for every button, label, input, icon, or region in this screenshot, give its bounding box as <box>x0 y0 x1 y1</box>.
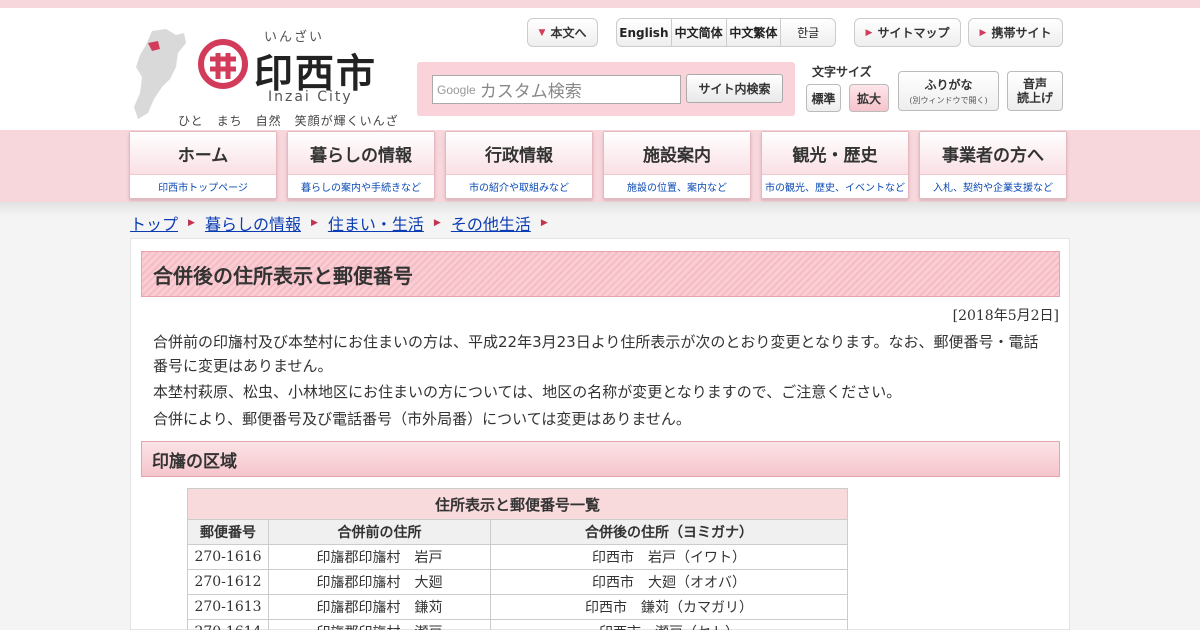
logo-romaji: Inzai City <box>268 89 353 105</box>
furigana-sub: (別ウィンドウで開く) <box>909 96 988 105</box>
site-search-button[interactable]: サイト内検索 <box>686 74 783 103</box>
nav-administration[interactable]: 行政情報 市の紹介や取組みなど <box>445 131 593 199</box>
breadcrumb-top[interactable]: トップ <box>130 211 178 235</box>
after-address-cell: 印西市 岩戸（イワト） <box>490 544 848 570</box>
table-row: 270-1614 印旛郡印旛村 瀬戸 印西市 瀬戸（セト） <box>187 619 848 630</box>
skip-to-content-button[interactable]: ▼ 本文へ <box>527 18 598 47</box>
breadcrumb: トップ ▶ 暮らしの情報 ▶ 住まい・生活 ▶ その他生活 ▶ <box>130 211 558 235</box>
nav-label: 事業者の方へ <box>920 132 1066 174</box>
search-placeholder: カスタム検索 <box>479 82 582 102</box>
lang-chinese-simplified[interactable]: 中文简体 <box>672 19 727 46</box>
before-address-cell: 印旛郡印旛村 岩戸 <box>268 544 491 570</box>
main-content: 合併後の住所表示と郵便番号 [2018年5月2日] 合併前の印旛村及び本埜村にお… <box>130 238 1070 630</box>
speech-button[interactable]: 音声 読上げ <box>1007 71 1063 111</box>
lang-chinese-traditional[interactable]: 中文繁体 <box>727 19 782 46</box>
after-address-cell: 印西市 鎌苅（カマガリ） <box>490 594 848 620</box>
before-address-cell: 印旛郡印旛村 鎌苅 <box>268 594 491 620</box>
language-selector: English 中文简体 中文繁体 한글 <box>616 18 836 47</box>
postal-code-cell: 270-1614 <box>187 619 269 630</box>
nav-sub: 入札、契約や企業支援など <box>920 174 1066 198</box>
breadcrumb-housing[interactable]: 住まい・生活 <box>328 211 424 235</box>
breadcrumb-separator-icon: ▶ <box>433 218 441 228</box>
city-emblem-icon <box>198 39 248 89</box>
nav-sub: 市の紹介や取組みなど <box>446 174 592 198</box>
nav-living[interactable]: 暮らしの情報 暮らしの案内や手続きなど <box>287 131 435 199</box>
furigana-label: ふりがな <box>924 78 973 92</box>
search-input[interactable]: Google カスタム検索 <box>432 75 681 104</box>
font-size-large-button[interactable]: 拡大 <box>849 84 889 112</box>
nav-label: 観光・歴史 <box>762 132 908 174</box>
table-caption: 住所表示と郵便番号一覧 <box>187 488 848 520</box>
address-table: 住所表示と郵便番号一覧 郵便番号 合併前の住所 合併後の住所（ヨミガナ） 270… <box>187 488 848 630</box>
speech-line1: 音声 <box>1022 77 1047 91</box>
before-address-cell: 印旛郡印旛村 大廻 <box>268 569 491 595</box>
column-header-postal: 郵便番号 <box>187 519 269 545</box>
column-header-before: 合併前の住所 <box>268 519 491 545</box>
table-row: 270-1616 印旛郡印旛村 岩戸 印西市 岩戸（イワト） <box>187 544 848 570</box>
search-area: Google カスタム検索 サイト内検索 <box>417 62 795 116</box>
speech-line2: 読上げ <box>1016 91 1053 105</box>
nav-label: 行政情報 <box>446 132 592 174</box>
global-nav: ホーム 印西市トップページ 暮らしの情報 暮らしの案内や手続きなど 行政情報 市… <box>0 130 1200 202</box>
column-header-after: 合併後の住所（ヨミガナ） <box>490 519 848 545</box>
nav-sub: 施設の位置、案内など <box>604 174 750 198</box>
breadcrumb-living[interactable]: 暮らしの情報 <box>205 211 301 235</box>
mobile-site-button[interactable]: ▶ 携帯サイト <box>968 18 1063 47</box>
nav-tourism[interactable]: 観光・歴史 市の観光、歴史、イベントなど <box>761 131 909 199</box>
right-triangle-icon: ▶ <box>979 27 987 38</box>
font-size-label: 文字サイズ <box>812 65 872 79</box>
nav-home[interactable]: ホーム 印西市トップページ <box>129 131 277 199</box>
after-address-cell: 印西市 瀬戸（セト） <box>490 619 848 630</box>
chiba-map-icon <box>134 29 186 119</box>
paragraph-1: 合併前の印旛村及び本埜村にお住まいの方は、平成22年3月23日より住所表示が次の… <box>153 333 1039 375</box>
nav-label: ホーム <box>130 132 276 174</box>
table-row: 270-1612 印旛郡印旛村 大廻 印西市 大廻（オオバ） <box>187 569 848 595</box>
lang-korean[interactable]: 한글 <box>781 19 835 46</box>
right-triangle-icon: ▶ <box>865 27 873 38</box>
sitemap-button[interactable]: ▶ サイトマップ <box>854 18 961 47</box>
font-size-standard-button[interactable]: 標準 <box>806 84 841 112</box>
section-heading: 印旛の区域 <box>141 441 1060 477</box>
paragraph-2: 本埜村萩原、松虫、小林地区にお住まいの方については、地区の名称が変更となりますの… <box>153 383 902 401</box>
update-date: [2018年5月2日] <box>952 308 1059 324</box>
site-logo[interactable]: いんざい 印西市 Inzai City ひと まち 自然 笑顔が輝くいんざい <box>132 26 402 145</box>
table-row: 270-1613 印旛郡印旛村 鎌苅 印西市 鎌苅（カマガリ） <box>187 594 848 620</box>
after-address-cell: 印西市 大廻（オオバ） <box>490 569 848 595</box>
breadcrumb-separator-icon: ▶ <box>188 218 195 228</box>
breadcrumb-separator-icon: ▶ <box>310 218 318 228</box>
lang-english[interactable]: English <box>617 19 672 46</box>
page-title: 合併後の住所表示と郵便番号 <box>141 251 1060 297</box>
site-header: いんざい 印西市 Inzai City ひと まち 自然 笑顔が輝くいんざい ▼… <box>0 8 1200 145</box>
nav-label: 施設案内 <box>604 132 750 174</box>
postal-code-cell: 270-1612 <box>187 569 269 595</box>
nav-sub: 暮らしの案内や手続きなど <box>288 174 434 198</box>
nav-sub: 市の観光、歴史、イベントなど <box>762 174 908 198</box>
mobile-label: 携帯サイト <box>991 26 1052 40</box>
postal-code-cell: 270-1616 <box>187 544 269 570</box>
nav-label: 暮らしの情報 <box>288 132 434 174</box>
before-address-cell: 印旛郡印旛村 瀬戸 <box>268 619 491 630</box>
sitemap-label: サイトマップ <box>877 26 950 40</box>
nav-facilities[interactable]: 施設案内 施設の位置、案内など <box>603 131 751 199</box>
breadcrumb-other[interactable]: その他生活 <box>451 211 531 235</box>
nav-business[interactable]: 事業者の方へ 入札、契約や企業支援など <box>919 131 1067 199</box>
paragraph-3: 合併により、郵便番号及び電話番号（市外局番）については変更はありません。 <box>153 410 691 428</box>
postal-code-cell: 270-1613 <box>187 594 269 620</box>
breadcrumb-separator-icon: ▶ <box>540 218 548 228</box>
down-triangle-icon: ▼ <box>538 27 546 38</box>
skip-label: 本文へ <box>550 26 587 40</box>
furigana-button[interactable]: ふりがな (別ウィンドウで開く) <box>898 71 999 111</box>
google-logo: Google <box>437 82 476 97</box>
top-band <box>0 0 1200 8</box>
nav-sub: 印西市トップページ <box>130 174 276 198</box>
